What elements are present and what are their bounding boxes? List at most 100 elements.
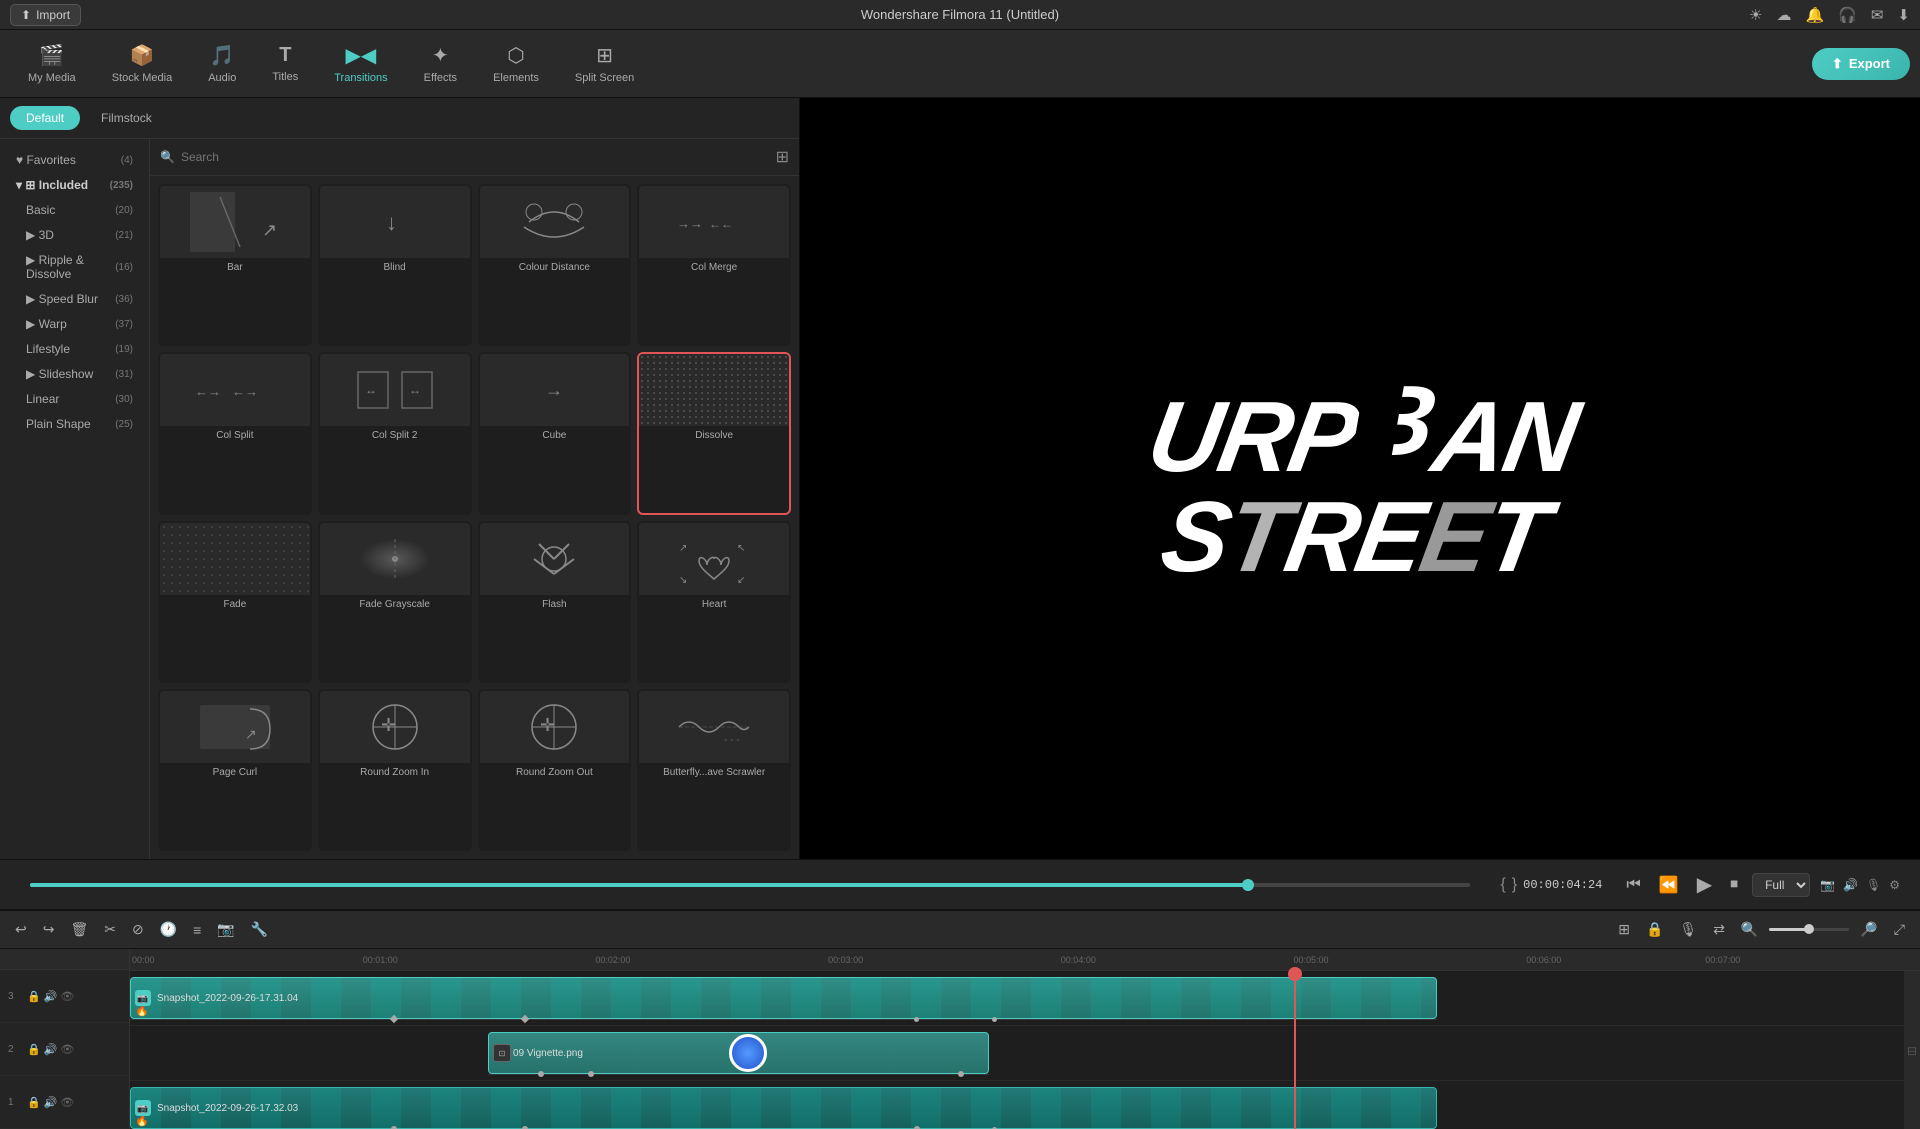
bracket-left: {	[1500, 876, 1505, 894]
cut-button[interactable]: ✂	[99, 918, 121, 941]
tab-elements[interactable]: ⬡ Elements	[475, 35, 557, 92]
track3-volume-icon[interactable]: 🔊	[44, 990, 58, 1003]
transition-card-round-zoom-in[interactable]: ✛ Round Zoom In	[318, 689, 472, 851]
settings-icon[interactable]: ⚙	[1889, 878, 1900, 892]
tab-my-media[interactable]: 🎬 My Media	[10, 35, 94, 92]
undo-button[interactable]: ↩	[10, 918, 32, 941]
cloud-icon[interactable]: ☁	[1776, 6, 1791, 24]
transition-label-page-curl: Page Curl	[160, 763, 310, 782]
playhead[interactable]	[1294, 971, 1296, 1129]
track1-lock-icon[interactable]: 🔒	[27, 1096, 41, 1109]
transition-card-col-split-2[interactable]: ↔ ↔ Col Split 2	[318, 352, 472, 514]
track2-volume-icon[interactable]: 🔊	[44, 1043, 58, 1056]
track1-volume-icon[interactable]: 🔊	[44, 1096, 58, 1109]
progress-thumb[interactable]	[1242, 879, 1254, 891]
tab-titles[interactable]: T Titles	[254, 36, 316, 91]
main-area: Default Filmstock ♥ Favorites (4) ▾ ⊞ In…	[0, 98, 1920, 859]
transition-card-blind[interactable]: ↓ Blind	[318, 184, 472, 346]
play-button[interactable]: ▶	[1693, 868, 1716, 901]
transition-card-flash[interactable]: Flash	[478, 521, 632, 683]
transition-card-col-split[interactable]: ←→ ←→ Col Split	[158, 352, 312, 514]
tab-transitions[interactable]: ▶◀ Transitions	[316, 35, 405, 92]
stop-button[interactable]: ⏹	[1726, 872, 1742, 898]
screenshot-icon[interactable]: 📷	[1820, 878, 1835, 892]
volume-icon[interactable]: 🔊	[1843, 878, 1858, 892]
track-add-icon[interactable]: 🔒	[1641, 918, 1668, 941]
transition-card-fade[interactable]: Fade	[158, 521, 312, 683]
clip2-handle-left[interactable]: ⊡	[493, 1044, 511, 1062]
track-settings-icon[interactable]: ⊞	[1613, 918, 1635, 941]
sidebar: ♥ Favorites (4) ▾ ⊞ Included (235) Basic…	[0, 139, 150, 859]
transition-card-col-merge[interactable]: →→ ←← Col Merge	[637, 184, 791, 346]
tab-effects[interactable]: ✦ Effects	[406, 35, 475, 92]
headphone-icon[interactable]: 🎧	[1838, 6, 1857, 24]
tab-split-screen[interactable]: ⊞ Split Screen	[557, 35, 652, 92]
sidebar-item-lifestyle[interactable]: Lifestyle (19)	[4, 337, 145, 361]
sidebar-item-plain-shape[interactable]: Plain Shape (25)	[4, 412, 145, 436]
transitions-grid: ↗ Bar ↓	[150, 176, 799, 859]
sidebar-item-slideshow[interactable]: ▶ Slideshow (31)	[4, 362, 145, 386]
zoom-minus[interactable]: 🔍	[1736, 918, 1763, 941]
transition-thumb-col-merge: →→ ←←	[639, 186, 789, 258]
tab-stock-media[interactable]: 📦 Stock Media	[94, 35, 191, 92]
transition-card-dissolve[interactable]: Dissolve	[637, 352, 791, 514]
sidebar-item-warp[interactable]: ▶ Warp (37)	[4, 312, 145, 336]
track1-clip[interactable]: 📷 Snapshot_2022-09-26-17.32.03 🔥	[130, 1087, 1437, 1129]
skip-back-button[interactable]: ⏮	[1622, 872, 1644, 898]
transition-card-cube[interactable]: → Cube	[478, 352, 632, 514]
tab-audio[interactable]: 🎵 Audio	[190, 35, 254, 92]
drag-handle[interactable]	[729, 1034, 767, 1072]
transition-card-bar[interactable]: ↗ Bar	[158, 184, 312, 346]
sidebar-item-basic[interactable]: Basic (20)	[4, 198, 145, 222]
disable-button[interactable]: ⊘	[127, 918, 149, 941]
track2-lock-icon[interactable]: 🔒	[27, 1043, 41, 1056]
transition-card-round-zoom-out[interactable]: ✛ Round Zoom Out	[478, 689, 632, 851]
delete-button[interactable]: 🗑	[65, 918, 93, 941]
sidebar-item-speed-blur[interactable]: ▶ Speed Blur (36)	[4, 287, 145, 311]
track3-clip[interactable]: 📷 Snapshot_2022-09-26-17.31.04 🔥	[130, 977, 1437, 1019]
panel-tab-default[interactable]: Default	[10, 106, 80, 130]
track-lock-icon[interactable]: 🎙	[1674, 918, 1702, 941]
sidebar-item-linear[interactable]: Linear (30)	[4, 387, 145, 411]
track2-clip[interactable]: 🖼 09 Vignette.png ⊡	[488, 1032, 989, 1074]
quality-select[interactable]: Full 1/2 1/4	[1752, 873, 1810, 897]
search-input[interactable]	[181, 150, 770, 164]
tab-titles-label: Titles	[272, 71, 298, 83]
split-screen-icon: ⊞	[596, 43, 613, 68]
transition-card-butterfly[interactable]: - - - Butterfly...ave Scrawler	[637, 689, 791, 851]
transition-card-fade-grayscale[interactable]: Fade Grayscale	[318, 521, 472, 683]
fit-button[interactable]: ⤢	[1889, 918, 1910, 941]
duration-button[interactable]: 🕐	[155, 918, 182, 941]
track1-visibility-icon[interactable]: 👁	[60, 1096, 74, 1109]
kf-dot	[521, 1015, 529, 1023]
settings-button[interactable]: ≡	[188, 919, 206, 941]
sidebar-item-ripple[interactable]: ▶ Ripple & Dissolve (16)	[4, 248, 145, 286]
panel-tab-filmstock[interactable]: Filmstock	[85, 106, 168, 130]
scroll-indicator[interactable]: ⊟	[1907, 1044, 1917, 1058]
export-button[interactable]: ⬆ Export	[1812, 48, 1910, 80]
track3-visibility-icon[interactable]: 👁	[60, 990, 74, 1003]
sidebar-item-favorites[interactable]: ♥ Favorites (4)	[4, 148, 145, 172]
zoom-slider[interactable]	[1769, 928, 1849, 931]
sidebar-item-3d[interactable]: ▶ 3D (21)	[4, 223, 145, 247]
grid-view-icon[interactable]: ⊞	[776, 147, 789, 167]
transition-card-page-curl[interactable]: ↗ Page Curl	[158, 689, 312, 851]
track3-lock-icon[interactable]: 🔒	[27, 990, 41, 1003]
zoom-plus[interactable]: 🔎	[1855, 918, 1882, 941]
microphone-icon[interactable]: 🎙	[1866, 878, 1881, 892]
mail-icon[interactable]: ✉	[1871, 6, 1884, 24]
import-button[interactable]: ⬆ Import	[10, 4, 81, 26]
transition-card-heart[interactable]: ↗ ↖ ↘ ↙ Heart	[637, 521, 791, 683]
step-back-button[interactable]: ⏪	[1655, 871, 1683, 899]
tool-button[interactable]: 🔧	[246, 918, 273, 941]
progress-bar[interactable]	[30, 883, 1470, 887]
redo-button[interactable]: ↪	[38, 918, 60, 941]
sidebar-item-included[interactable]: ▾ ⊞ Included (235)	[4, 173, 145, 197]
download-icon[interactable]: ⬇	[1897, 6, 1910, 24]
track-split-icon[interactable]: ⇄	[1708, 918, 1730, 941]
snap-button[interactable]: 📷	[212, 918, 239, 941]
notification-icon[interactable]: 🔔	[1805, 6, 1824, 24]
transition-card-colour-distance[interactable]: Colour Distance	[478, 184, 632, 346]
track2-visibility-icon[interactable]: 👁	[60, 1043, 74, 1056]
brightness-icon[interactable]: ☀	[1749, 6, 1762, 24]
